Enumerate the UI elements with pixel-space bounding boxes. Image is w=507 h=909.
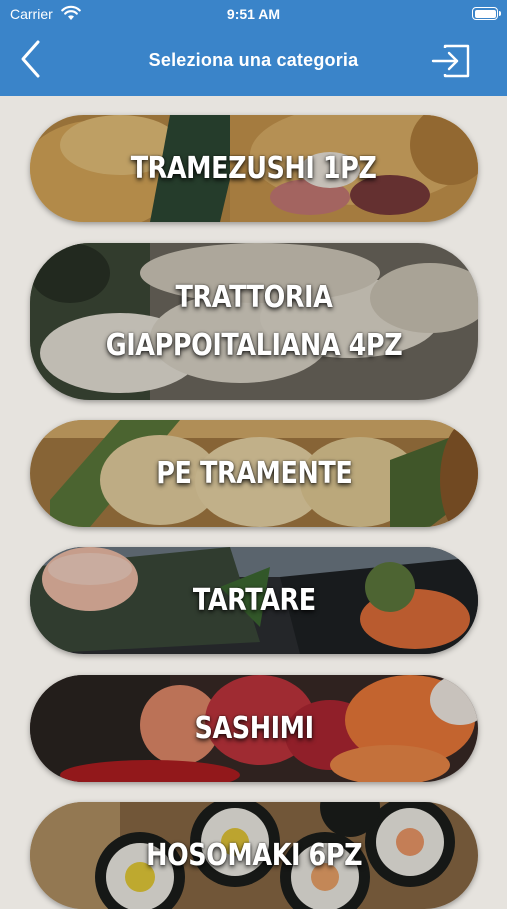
category-label: PE TRAMENTE — [155, 455, 353, 491]
category-item-tartare[interactable]: TARTARE — [30, 547, 478, 654]
category-item-tramezushi[interactable]: TRAMEZUSHI 1PZ — [30, 115, 478, 222]
navigation-bar: Carrier 9:51 AM Seleziona una categoria — [0, 0, 507, 96]
category-item-trattoria[interactable]: TRATTORIA GIAPPOITALIANA 4PZ — [30, 243, 478, 400]
category-label: TRATTORIA GIAPPOITALIANA 4PZ — [105, 279, 403, 363]
back-chevron-icon[interactable] — [14, 38, 48, 80]
category-label: TRAMEZUSHI 1PZ — [131, 150, 377, 186]
category-item-pe-tramente[interactable]: PE TRAMENTE — [30, 420, 478, 527]
sign-in-icon[interactable] — [431, 44, 471, 78]
category-item-hosomaki[interactable]: HOSOMAKI 6PZ — [30, 802, 478, 909]
category-item-sashimi[interactable]: SASHIMI — [30, 675, 478, 782]
clock: 9:51 AM — [226, 6, 281, 22]
category-label: TARTARE — [192, 582, 316, 618]
page-title: Seleziona una categoria — [148, 50, 359, 70]
battery-icon — [472, 7, 501, 20]
category-label: SASHIMI — [194, 710, 314, 746]
category-label: HOSOMAKI 6PZ — [145, 837, 363, 873]
status-bar: Carrier 9:51 AM — [0, 0, 507, 28]
category-list: TRAMEZUSHI 1PZ TRATTORIA GIAPPOITALIANA … — [0, 96, 507, 909]
